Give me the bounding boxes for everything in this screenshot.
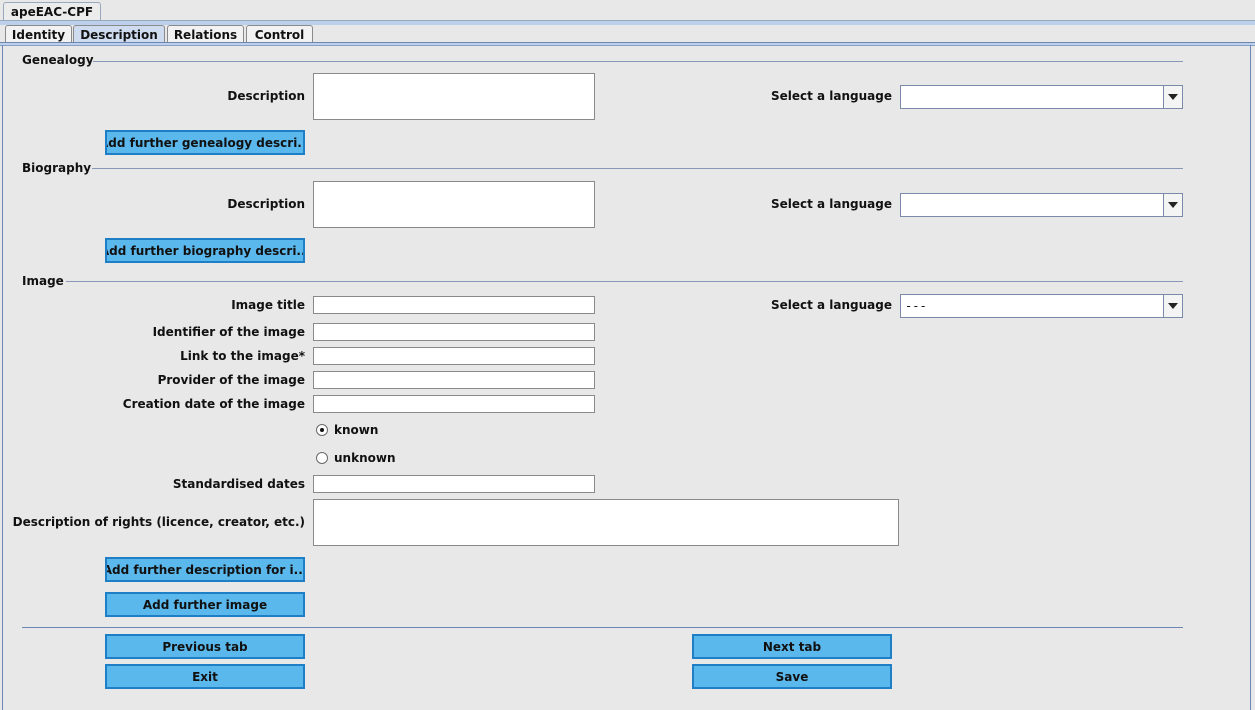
add-image-description-button[interactable]: Add further description for i... <box>105 557 305 582</box>
image-link-label: Link to the image* <box>180 349 305 363</box>
next-tab-button[interactable]: Next tab <box>692 634 892 659</box>
panel-border-right <box>1250 45 1251 710</box>
previous-tab-button[interactable]: Previous tab <box>105 634 305 659</box>
genealogy-divider <box>93 61 1183 62</box>
rights-field[interactable] <box>313 499 899 546</box>
add-image-button[interactable]: Add further image <box>105 592 305 617</box>
biography-divider <box>92 168 1183 169</box>
genealogy-section-title: Genealogy <box>22 53 94 67</box>
add-biography-button[interactable]: Add further biography descri... <box>105 238 305 263</box>
genealogy-language-label: Select a language <box>770 89 892 103</box>
biography-description-label: Description <box>227 197 305 211</box>
image-identifier-label: Identifier of the image <box>152 325 305 339</box>
image-provider-label: Provider of the image <box>157 373 305 387</box>
image-creation-date-field[interactable] <box>313 395 595 413</box>
image-link-field[interactable] <box>313 347 595 365</box>
image-provider-field[interactable] <box>313 371 595 389</box>
chevron-down-icon[interactable] <box>1163 194 1182 216</box>
image-language-value: --- <box>905 299 927 313</box>
radio-unknown[interactable] <box>316 452 328 464</box>
image-title-field[interactable] <box>313 296 595 314</box>
radio-known-label[interactable]: known <box>334 423 378 437</box>
exit-button[interactable]: Exit <box>105 664 305 689</box>
chevron-down-icon[interactable] <box>1163 295 1182 317</box>
biography-description-field[interactable] <box>313 181 595 228</box>
add-genealogy-button[interactable]: Add further genealogy descri... <box>105 130 305 155</box>
tab-underline <box>0 42 1255 46</box>
genealogy-description-field[interactable] <box>313 73 595 120</box>
image-divider <box>66 281 1183 282</box>
biography-language-select[interactable] <box>900 193 1183 217</box>
panel-border-left <box>2 45 3 710</box>
footer-divider <box>22 627 1183 628</box>
tab-strip: Identity Description Relations Control <box>0 25 1255 43</box>
image-section-title: Image <box>22 274 64 288</box>
radio-known[interactable] <box>316 424 328 436</box>
rights-label: Description of rights (licence, creator,… <box>12 515 305 529</box>
save-button[interactable]: Save <box>692 664 892 689</box>
image-identifier-field[interactable] <box>313 323 595 341</box>
genealogy-description-label: Description <box>227 89 305 103</box>
image-title-label: Image title <box>231 298 305 312</box>
chevron-down-icon[interactable] <box>1163 86 1182 108</box>
image-language-label: Select a language <box>770 298 892 312</box>
standardised-dates-field[interactable] <box>313 475 595 493</box>
image-creation-date-label: Creation date of the image <box>122 397 305 411</box>
tab-control[interactable]: Control <box>246 25 313 43</box>
radio-unknown-label[interactable]: unknown <box>334 451 395 465</box>
window-tab[interactable]: apeEAC-CPF <box>3 2 101 21</box>
tab-relations[interactable]: Relations <box>167 25 244 43</box>
standardised-dates-label: Standardised dates <box>172 477 305 491</box>
biography-section-title: Biography <box>22 161 92 175</box>
genealogy-language-select[interactable] <box>900 85 1183 109</box>
tab-description[interactable]: Description <box>73 25 165 43</box>
biography-language-label: Select a language <box>770 197 892 211</box>
image-language-select[interactable]: --- <box>900 294 1183 318</box>
tab-identity[interactable]: Identity <box>5 25 72 43</box>
